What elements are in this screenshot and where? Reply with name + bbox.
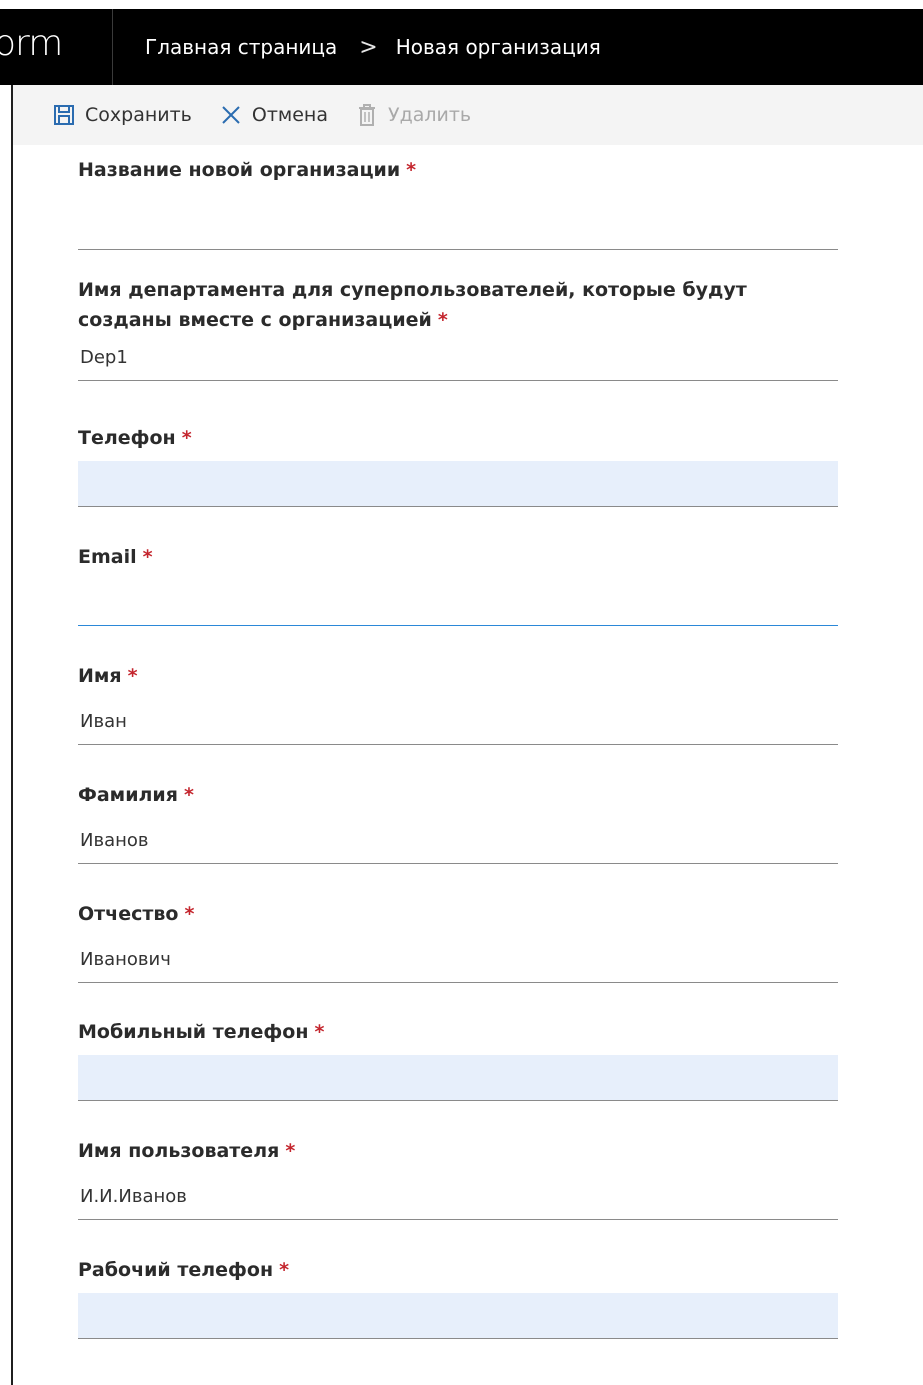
required-marker: * xyxy=(127,665,138,687)
username-input[interactable] xyxy=(78,1174,838,1220)
org-name-input[interactable] xyxy=(78,204,838,250)
phone-input[interactable] xyxy=(78,461,838,507)
close-icon xyxy=(220,104,242,126)
first-name-input[interactable] xyxy=(78,699,838,745)
chevron-right-icon: > xyxy=(359,34,378,60)
mobile-phone-field: Мобильный телефон * xyxy=(78,1017,838,1101)
email-label: Email xyxy=(78,546,137,568)
required-marker: * xyxy=(314,1021,325,1043)
required-marker: * xyxy=(184,903,195,925)
required-marker: * xyxy=(406,159,417,181)
mobile-phone-label: Мобильный телефон xyxy=(78,1021,309,1043)
work-phone-label: Рабочий телефон xyxy=(78,1259,274,1281)
save-button[interactable]: Сохранить xyxy=(53,104,192,126)
save-icon xyxy=(53,104,75,126)
delete-label: Удалить xyxy=(388,104,472,126)
mobile-phone-input[interactable] xyxy=(78,1055,838,1101)
command-bar: Сохранить Отмена Удалить xyxy=(13,85,923,145)
save-label: Сохранить xyxy=(85,104,192,126)
last-name-label: Фамилия xyxy=(78,784,178,806)
delete-button[interactable]: Удалить xyxy=(356,103,471,127)
required-marker: * xyxy=(142,546,153,568)
breadcrumb: Главная страница > Новая организация xyxy=(145,9,601,85)
phone-field: Телефон * xyxy=(78,423,838,507)
org-name-field: Название новой организации * xyxy=(78,155,838,250)
org-name-label: Название новой организации xyxy=(78,159,401,181)
patronymic-field: Отчество * xyxy=(78,899,838,983)
cancel-label: Отмена xyxy=(251,104,328,126)
patronymic-input[interactable] xyxy=(78,937,838,983)
department-field: Имя департамента для суперпользователей,… xyxy=(78,275,838,381)
last-name-input[interactable] xyxy=(78,818,838,864)
required-marker: * xyxy=(183,784,194,806)
patronymic-label: Отчество xyxy=(78,903,179,925)
username-field: Имя пользователя * xyxy=(78,1136,838,1220)
required-marker: * xyxy=(437,309,448,331)
trash-icon xyxy=(356,103,378,127)
department-label: Имя департамента для суперпользователей,… xyxy=(78,279,747,331)
breadcrumb-home-link[interactable]: Главная страница xyxy=(145,35,337,59)
phone-label: Телефон xyxy=(78,427,176,449)
department-input[interactable] xyxy=(78,335,838,381)
required-marker: * xyxy=(181,427,192,449)
username-label: Имя пользователя xyxy=(78,1140,280,1162)
breadcrumb-current: Новая организация xyxy=(395,35,601,59)
email-input[interactable] xyxy=(78,580,838,626)
first-name-field: Имя * xyxy=(78,661,838,745)
cancel-button[interactable]: Отмена xyxy=(220,104,328,126)
top-nav-bar: orm Главная страница > Новая организация xyxy=(0,9,923,85)
email-field: Email * xyxy=(78,542,838,626)
last-name-field: Фамилия * xyxy=(78,780,838,864)
work-phone-field: Рабочий телефон * xyxy=(78,1255,838,1339)
first-name-label: Имя xyxy=(78,665,122,687)
app-logo[interactable]: orm xyxy=(0,9,113,85)
required-marker: * xyxy=(285,1140,296,1162)
work-phone-input[interactable] xyxy=(78,1293,838,1339)
required-marker: * xyxy=(279,1259,290,1281)
